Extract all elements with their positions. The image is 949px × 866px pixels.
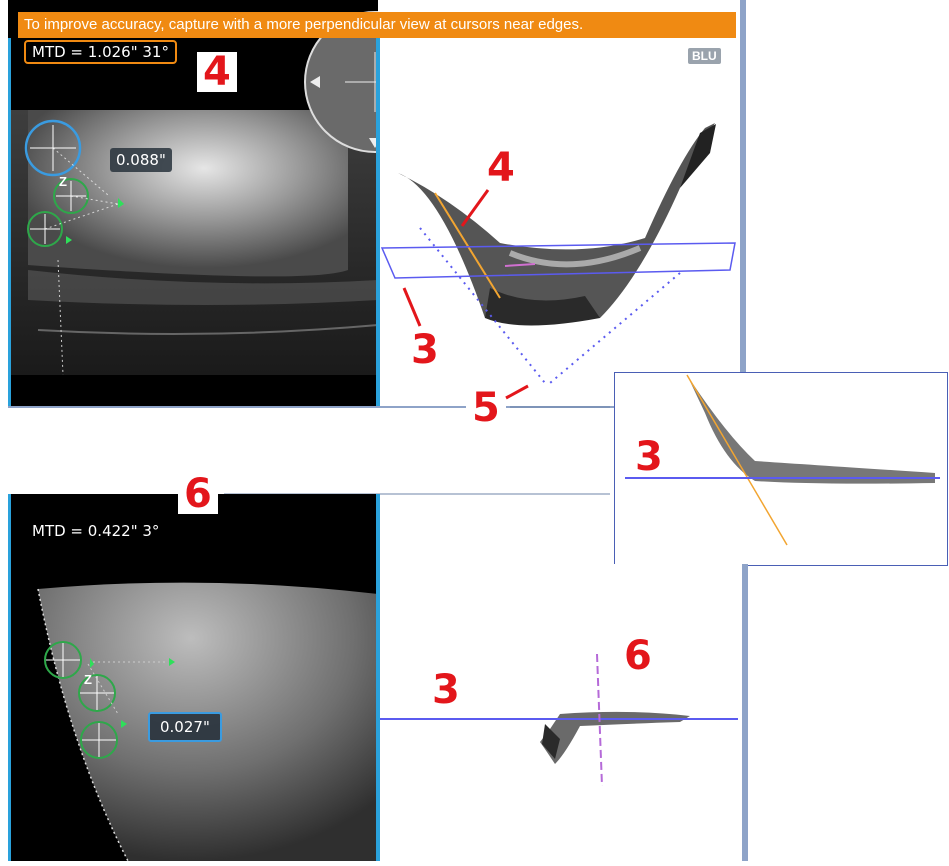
bottom-measurement-image — [37, 582, 378, 861]
callout-6-plot: 6 — [624, 633, 652, 679]
depth-value-label[interactable]: 0.027" — [148, 712, 222, 742]
inset-profile — [625, 374, 940, 546]
bottom-left-border — [8, 494, 11, 861]
mtd-readout[interactable]: MTD = 0.422" 3° — [32, 522, 159, 540]
cursor-z-label: Z — [84, 672, 92, 687]
callout-3-bottom-plot: 3 — [432, 667, 460, 713]
side-profile-inset: 3 — [614, 372, 948, 566]
callout-6-bottom: 6 — [178, 474, 218, 514]
bottom-right-border — [742, 564, 748, 861]
bottom-image-panel: MTD = 0.422" 3° 0.027" Z — [8, 494, 378, 861]
callout-3-inset: 3 — [635, 434, 663, 480]
